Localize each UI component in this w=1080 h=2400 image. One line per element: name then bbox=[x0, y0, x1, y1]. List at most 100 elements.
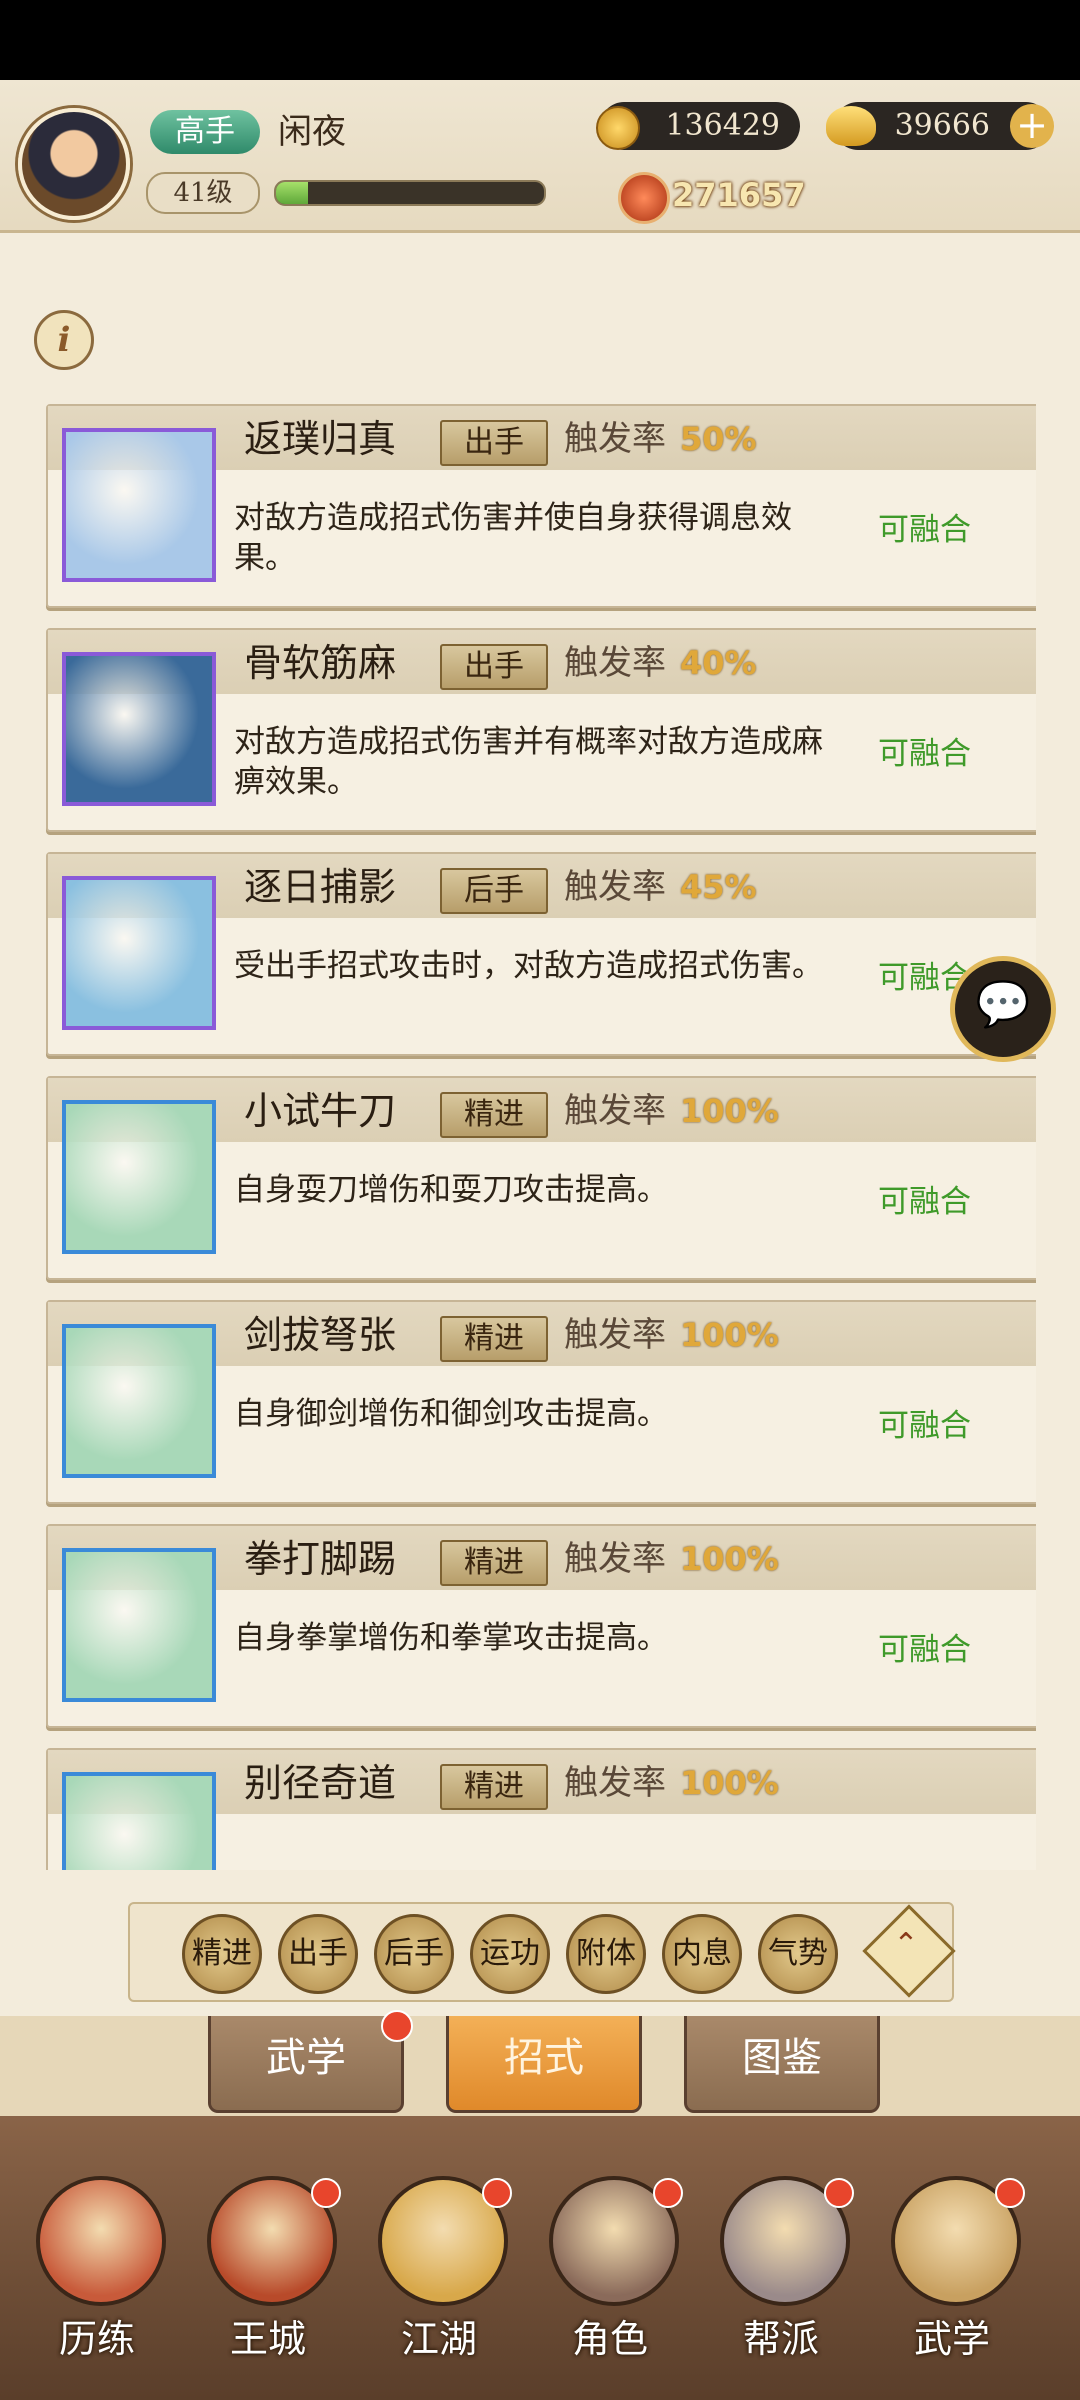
skill-description: 自身拳掌增伤和拳掌攻击提高。 bbox=[234, 1620, 668, 1656]
player-header: 高手 闲夜 41级 136429 39666 + 271657 bbox=[0, 80, 1080, 233]
player-avatar[interactable] bbox=[18, 108, 130, 220]
add-gold-icon[interactable]: + bbox=[1010, 104, 1054, 148]
notification-dot bbox=[653, 2178, 683, 2208]
filter-button[interactable]: 附体 bbox=[566, 1914, 646, 1994]
nav-label: 帮派 bbox=[742, 2317, 819, 2361]
fusable-status[interactable]: 可融合 bbox=[878, 1406, 971, 1446]
nav-label: 王城 bbox=[229, 2317, 306, 2361]
notification-dot bbox=[482, 2178, 512, 2208]
fusable-status[interactable]: 可融合 bbox=[878, 1182, 971, 1222]
fusable-status[interactable]: 可融合 bbox=[878, 510, 971, 550]
nav-label: 角色 bbox=[571, 2317, 648, 2361]
bottom-nav: 历练 王城 江湖 角色 帮派 武学 bbox=[0, 2116, 1080, 2400]
nav-item[interactable]: 江湖 bbox=[364, 2176, 514, 2376]
filter-button[interactable]: 精进 bbox=[182, 1914, 262, 1994]
skill-name: 剑拔弩张 bbox=[244, 1313, 397, 1357]
skill-card[interactable]: 返璞归真 出手 触发率 50% 对敌方造成招式伤害并使自身获得调息效果。 可融合 bbox=[46, 404, 1036, 608]
skill-filter-bar: ⌃ 精进 出手 后手 运功 附体 内息 气势 bbox=[128, 1902, 956, 2002]
tab[interactable]: 武学 bbox=[208, 2010, 413, 2113]
filter-button[interactable]: 运功 bbox=[470, 1914, 550, 1994]
notification-dot bbox=[824, 2178, 854, 2208]
trigger-rate-value: 45% bbox=[680, 868, 757, 906]
skill-card[interactable]: 小试牛刀 精进 触发率 100% 自身耍刀增伤和耍刀攻击提高。 可融合 bbox=[46, 1076, 1036, 1280]
trigger-rate-value: 50% bbox=[680, 420, 757, 458]
nav-item[interactable]: 角色 bbox=[535, 2176, 685, 2376]
coin-balance: 136429 bbox=[596, 102, 800, 150]
category-tabs: 武学 招式 图鉴 bbox=[0, 2010, 1080, 2116]
filter-button[interactable]: 气势 bbox=[758, 1914, 838, 1994]
skill-name: 小试牛刀 bbox=[244, 1089, 397, 1133]
trigger-rate-label: 触发率 bbox=[564, 867, 666, 907]
jade-swirl-icon bbox=[62, 428, 216, 582]
filter-button[interactable]: 出手 bbox=[278, 1914, 358, 1994]
saber-icon bbox=[62, 1100, 216, 1254]
skill-description: 自身耍刀增伤和耍刀攻击提高。 bbox=[234, 1172, 668, 1208]
player-name: 闲夜 bbox=[278, 112, 346, 152]
notification-dot bbox=[995, 2178, 1025, 2208]
flame-hands-icon bbox=[62, 652, 216, 806]
trigger-rate-label: 触发率 bbox=[564, 1539, 666, 1579]
skill-card[interactable]: 逐日捕影 后手 触发率 45% 受出手招式攻击时，对敌方造成招式伤害。 可融合 bbox=[46, 852, 1036, 1056]
chat-button[interactable]: 💬 bbox=[950, 956, 1056, 1062]
gold-value: 39666 bbox=[894, 108, 990, 143]
nav-item[interactable]: 帮派 bbox=[706, 2176, 856, 2376]
trigger-rate-value: 40% bbox=[680, 644, 757, 682]
xp-bar bbox=[274, 180, 546, 206]
skill-type-tag: 出手 bbox=[440, 420, 548, 466]
nav-label: 武学 bbox=[913, 2317, 990, 2361]
blade-icon bbox=[62, 1772, 216, 1870]
skill-type-tag: 出手 bbox=[440, 644, 548, 690]
trigger-rate-label: 触发率 bbox=[564, 1763, 666, 1803]
skill-name: 骨软筋麻 bbox=[244, 641, 397, 685]
nav-label: 历练 bbox=[58, 2317, 135, 2361]
skill-list[interactable]: 返璞归真 出手 触发率 50% 对敌方造成招式伤害并使自身获得调息效果。 可融合 骨软筋麻出… bbox=[46, 404, 1036, 1870]
skill-card[interactable]: 别径奇道 精进 触发率 100% bbox=[46, 1748, 1036, 1870]
notification-dot bbox=[381, 2010, 413, 2042]
skill-description: 受出手招式攻击时，对敌方造成招式伤害。 bbox=[234, 948, 823, 984]
fusable-status[interactable]: 可融合 bbox=[878, 734, 971, 774]
filter-button[interactable]: 后手 bbox=[374, 1914, 454, 1994]
gold-balance: 39666 + bbox=[826, 102, 1054, 150]
nav-item[interactable]: 武学 bbox=[877, 2176, 1027, 2376]
trigger-rate-value: 100% bbox=[680, 1764, 779, 1802]
scroll-trophy-icon bbox=[36, 2176, 166, 2306]
skill-name: 拳打脚踢 bbox=[244, 1537, 397, 1581]
notification-dot bbox=[311, 2178, 341, 2208]
xp-bar-fill bbox=[276, 182, 309, 204]
skill-name: 别径奇道 bbox=[244, 1761, 397, 1805]
gold-ingot-icon bbox=[826, 106, 876, 146]
combat-power-icon bbox=[618, 172, 670, 224]
tab[interactable]: 图鉴 bbox=[684, 2016, 880, 2113]
fusable-status[interactable]: 可融合 bbox=[878, 1630, 971, 1670]
skill-card[interactable]: 拳打脚踢 精进 触发率 100% 自身拳掌增伤和拳掌攻击提高。 可融合 bbox=[46, 1524, 1036, 1728]
info-button[interactable]: i bbox=[34, 310, 94, 370]
level-badge: 41级 bbox=[146, 172, 260, 214]
fist-icon bbox=[62, 1548, 216, 1702]
skill-card[interactable]: 剑拔弩张 精进 触发率 100% 自身御剑增伤和御剑攻击提高。 可融合 bbox=[46, 1300, 1036, 1504]
trigger-rate-value: 100% bbox=[680, 1316, 779, 1354]
coin-value: 136429 bbox=[665, 108, 780, 143]
combat-power-value: 271657 bbox=[672, 176, 806, 214]
trigger-rate-value: 100% bbox=[680, 1540, 779, 1578]
copper-coin-icon bbox=[596, 106, 640, 150]
skill-name: 返璞归真 bbox=[244, 417, 397, 461]
status-bar bbox=[0, 0, 1080, 80]
tab[interactable]: 招式 bbox=[446, 2016, 642, 2113]
trigger-rate-value: 100% bbox=[680, 1092, 779, 1130]
filter-button[interactable]: 内息 bbox=[662, 1914, 742, 1994]
chevron-up-icon: ⌃ bbox=[893, 1927, 919, 1962]
rank-badge: 高手 bbox=[150, 110, 260, 154]
trigger-rate-label: 触发率 bbox=[564, 1091, 666, 1131]
skill-card[interactable]: 骨软筋麻 出手 触发率 40% 对敌方造成招式伤害并有概率对敌方造成麻痹效果。 可融合 bbox=[46, 628, 1036, 832]
skill-name: 逐日捕影 bbox=[244, 865, 397, 909]
chat-bubble-icon: 💬 bbox=[975, 979, 1031, 1030]
trigger-rate-label: 触发率 bbox=[564, 419, 666, 459]
sword-icon bbox=[62, 1324, 216, 1478]
trigger-rate-label: 触发率 bbox=[564, 1315, 666, 1355]
nav-item[interactable]: 王城 bbox=[193, 2176, 343, 2376]
skill-type-tag: 精进 bbox=[440, 1764, 548, 1810]
skill-type-tag: 精进 bbox=[440, 1316, 548, 1362]
shadow-palm-icon bbox=[62, 876, 216, 1030]
nav-item[interactable]: 历练 bbox=[22, 2176, 172, 2376]
skill-description: 对敌方造成招式伤害并使自身获得调息效果。 bbox=[234, 500, 792, 576]
